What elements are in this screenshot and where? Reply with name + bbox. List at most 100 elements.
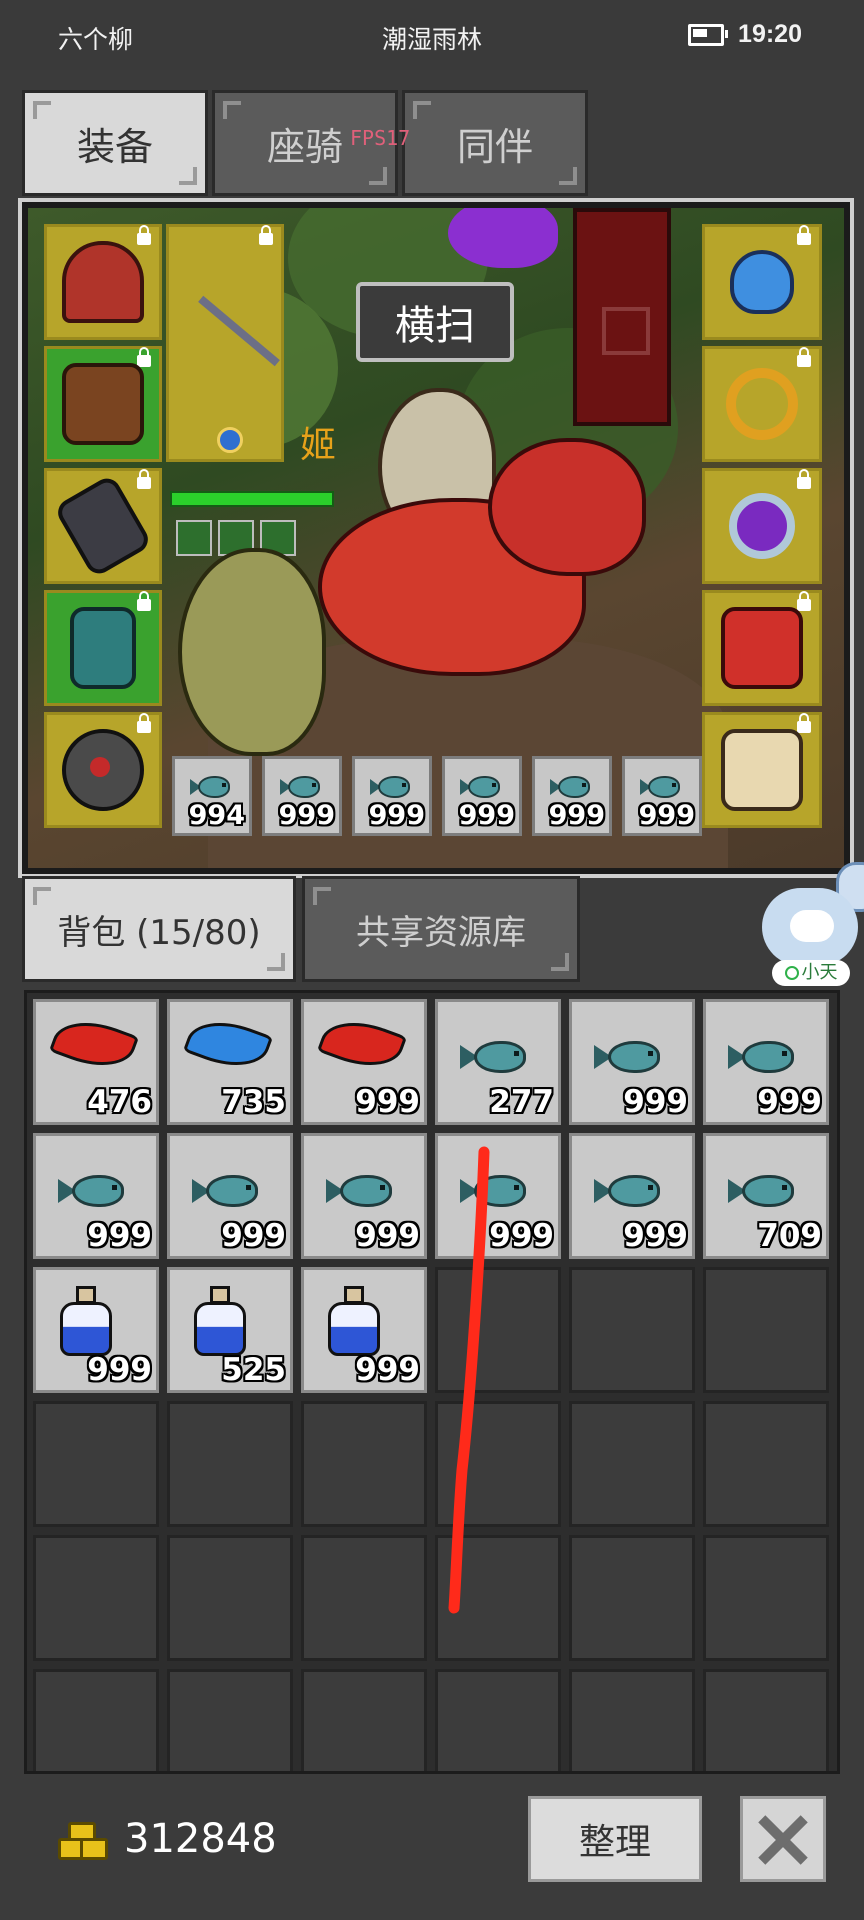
ring-icon [726, 368, 798, 440]
potion-icon [326, 1286, 382, 1358]
skeleton-warrior [178, 548, 326, 756]
assistant-button[interactable]: 小天 [762, 888, 864, 990]
inventory-slot[interactable]: 277 [435, 999, 561, 1125]
close-button[interactable] [740, 1796, 826, 1882]
inventory-slot-empty[interactable] [569, 1267, 695, 1393]
quick-slot[interactable]: 999 [532, 756, 612, 836]
inventory-slot-empty[interactable] [167, 1535, 293, 1661]
inventory-slot-empty[interactable] [703, 1401, 829, 1527]
sort-button[interactable]: 整理 [528, 1796, 702, 1882]
item-count: 999 [368, 800, 425, 831]
slot-amulet[interactable] [44, 712, 162, 828]
tab-companion[interactable]: 同伴 [402, 90, 588, 196]
lock-icon [137, 591, 151, 611]
guild-banner [573, 208, 671, 426]
quick-slot[interactable]: 999 [442, 756, 522, 836]
inventory-slot-empty[interactable] [301, 1401, 427, 1527]
red-feather-icon [48, 1009, 140, 1079]
slot-gloves[interactable] [44, 468, 162, 584]
inventory-slot-empty[interactable] [569, 1535, 695, 1661]
lock-icon [797, 347, 811, 367]
fish-icon [594, 1171, 670, 1211]
quick-slot[interactable]: 999 [622, 756, 702, 836]
gold-amount: 312848 [124, 1816, 277, 1862]
inventory-slot[interactable]: 999 [569, 999, 695, 1125]
tab-equipment[interactable]: 装备 [22, 90, 208, 196]
boots-icon [70, 607, 136, 689]
item-count: 999 [623, 1218, 688, 1254]
slot-weapon[interactable] [166, 224, 284, 462]
slot-ring[interactable] [702, 346, 822, 462]
item-count: 476 [87, 1084, 152, 1120]
item-count: 709 [757, 1218, 822, 1254]
character-scene: 横扫 姬 994 999 999 999 999 999 [18, 198, 854, 878]
fish-icon [280, 774, 324, 800]
inventory-slot-empty[interactable] [569, 1401, 695, 1527]
gem-icon [217, 427, 243, 453]
inventory-slot-empty[interactable] [301, 1669, 427, 1771]
quick-slot[interactable]: 999 [352, 756, 432, 836]
inventory-slot-empty[interactable] [569, 1669, 695, 1771]
fish-icon [728, 1171, 804, 1211]
inventory-slot-empty[interactable] [167, 1401, 293, 1527]
inventory-slot-empty[interactable] [703, 1267, 829, 1393]
inventory-slot[interactable]: 999 [703, 999, 829, 1125]
item-count: 999 [87, 1352, 152, 1388]
fish-icon [190, 774, 234, 800]
battery-icon [688, 24, 728, 46]
quick-slot[interactable]: 999 [262, 756, 342, 836]
sort-button-label: 整理 [578, 1822, 651, 1863]
inventory-slot-empty[interactable] [33, 1401, 159, 1527]
item-count: 525 [221, 1352, 286, 1388]
tab-shared-storage[interactable]: 共享资源库 [302, 876, 580, 982]
quick-slot[interactable]: 994 [172, 756, 252, 836]
inventory-slot-empty[interactable] [435, 1669, 561, 1771]
red-annotation-stroke [448, 1146, 490, 1614]
inventory-slot[interactable]: 999 [301, 1267, 427, 1393]
assistant-label: 小天 [801, 962, 838, 983]
slot-armor[interactable] [44, 346, 162, 462]
inventory-slot-empty[interactable] [33, 1535, 159, 1661]
inventory-slot-empty[interactable] [167, 1669, 293, 1771]
status-bar: 六个柳 潮湿雨林 19:20 [0, 0, 864, 70]
trident-icon [198, 295, 280, 367]
slot-pet[interactable] [702, 712, 822, 828]
inventory-slot[interactable]: 999 [301, 1133, 427, 1259]
blue-feather-icon [182, 1009, 274, 1079]
inventory-slot[interactable]: 999 [569, 1133, 695, 1259]
slot-helmet[interactable] [44, 224, 162, 340]
inventory-slot-empty[interactable] [301, 1535, 427, 1661]
slot-boots[interactable] [44, 590, 162, 706]
tab-backpack-label: 背包 (15/80) [57, 912, 261, 953]
armor-icon [62, 363, 144, 445]
dragon-icon [721, 607, 803, 689]
inventory-slot-empty[interactable] [703, 1669, 829, 1771]
inventory-slot[interactable]: 999 [301, 999, 427, 1125]
item-count: 999 [458, 800, 515, 831]
item-count: 999 [87, 1218, 152, 1254]
lock-icon [259, 225, 273, 245]
fish-icon [550, 774, 594, 800]
tab-equipment-label: 装备 [76, 124, 153, 169]
inventory-slot[interactable]: 476 [33, 999, 159, 1125]
amulet-icon [62, 729, 144, 811]
inventory-slot-empty[interactable] [703, 1535, 829, 1661]
gold-coins-icon [58, 1820, 108, 1860]
gloves-icon [53, 473, 153, 579]
inventory-slot[interactable]: 999 [33, 1133, 159, 1259]
inventory-slot[interactable]: 525 [167, 1267, 293, 1393]
inventory-slot-empty[interactable] [33, 1669, 159, 1771]
inventory-slot[interactable]: 709 [703, 1133, 829, 1259]
inventory-slot[interactable]: 735 [167, 999, 293, 1125]
inventory-slot[interactable]: 999 [167, 1133, 293, 1259]
item-count: 999 [355, 1352, 420, 1388]
inventory-slot[interactable]: 999 [33, 1267, 159, 1393]
fish-icon [460, 774, 504, 800]
slot-necklace[interactable] [702, 224, 822, 340]
slot-ring-2[interactable] [702, 468, 822, 584]
tab-mount-label: 座骑 [266, 124, 343, 169]
fish-icon [192, 1171, 268, 1211]
tab-companion-label: 同伴 [456, 124, 533, 169]
tab-backpack[interactable]: 背包 (15/80) [22, 876, 296, 982]
slot-mount[interactable] [702, 590, 822, 706]
